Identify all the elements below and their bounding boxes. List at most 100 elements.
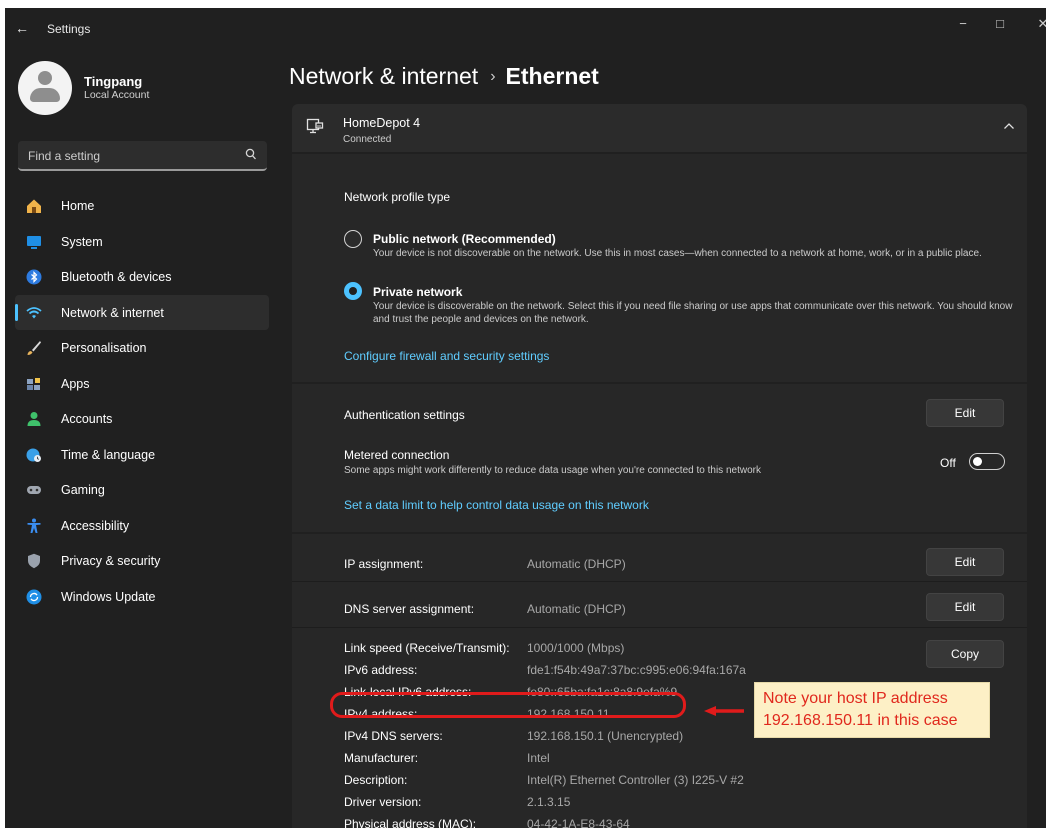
data-limit-link[interactable]: Set a data limit to help control data us… [344, 498, 649, 512]
firewall-settings-link[interactable]: Configure firewall and security settings [344, 349, 549, 363]
search-icon [245, 148, 256, 160]
annotation-arrow-icon [704, 706, 744, 716]
sidebar-item-accounts[interactable]: Accounts [15, 401, 269, 437]
profile-type-heading: Network profile type [344, 190, 451, 204]
active-indicator [15, 303, 18, 321]
sidebar-item-label: Privacy & security [61, 554, 161, 568]
title-bar: ← Settings − □ ✕ [5, 8, 1046, 48]
detail-label: IPv4 DNS servers: [344, 729, 443, 743]
sidebar-item-home[interactable]: Home [15, 188, 269, 224]
user-name: Tingpang [84, 74, 143, 89]
metered-connection-description: Some apps might work differently to redu… [344, 465, 761, 476]
copy-button[interactable]: Copy [926, 640, 1004, 668]
row-divider [292, 627, 1027, 628]
app-title: Settings [47, 22, 91, 36]
chevron-up-icon[interactable] [1003, 122, 1015, 130]
detail-label: Link speed (Receive/Transmit): [344, 641, 510, 655]
private-network-label[interactable]: Private network [373, 285, 462, 299]
ip-assignment-edit-button[interactable]: Edit [926, 548, 1004, 576]
detail-label: IPv6 address: [344, 663, 418, 677]
metered-connection-label: Metered connection [344, 448, 450, 462]
sidebar-item-label: Apps [61, 376, 90, 391]
authentication-edit-button[interactable]: Edit [926, 399, 1004, 427]
maximize-button[interactable]: □ [990, 16, 1010, 31]
connection-name: HomeDepot 4 [343, 116, 421, 130]
sidebar-item-label: Accounts [61, 412, 113, 426]
system-icon [27, 235, 41, 249]
public-network-label[interactable]: Public network (Recommended) [373, 232, 556, 246]
annotation-line-2: 192.168.150.11 in this case [763, 712, 958, 729]
sidebar-item-system[interactable]: System [15, 224, 269, 260]
private-network-description: Your device is discoverable on the netwo… [373, 301, 1013, 325]
ip-assignment-label: IP assignment: [344, 557, 424, 571]
sidebar-item-personalisation[interactable]: Personalisation [15, 330, 269, 366]
back-button[interactable]: ← [15, 20, 29, 36]
detail-value: 192.168.150.1 (Unencrypted) [527, 729, 684, 743]
detail-value: 1000/1000 (Mbps) [527, 641, 625, 655]
bluetooth-icon [26, 269, 42, 285]
sidebar-item-network[interactable]: Network & internet [15, 294, 269, 330]
sidebar-item-privacy[interactable]: Privacy & security [15, 543, 269, 579]
detail-label: Driver version: [344, 795, 422, 809]
sidebar-item-accessibility[interactable]: Accessibility [15, 508, 269, 544]
account-type: Local Account [84, 89, 150, 101]
ip-settings-section: IP assignment: Automatic (DHCP) Edit DNS… [292, 534, 1027, 828]
brush-icon [27, 341, 41, 355]
dns-assignment-label: DNS server assignment: [344, 602, 475, 616]
metered-connection-toggle[interactable] [969, 453, 1005, 470]
accounts-icon [27, 412, 41, 426]
sidebar-item-label: Home [61, 199, 95, 213]
detail-value: Intel(R) Ethernet Controller (3) I225-V … [527, 773, 744, 787]
metered-toggle-state: Off [940, 456, 956, 470]
wifi-icon [26, 306, 42, 318]
sidebar-item-time-language[interactable]: Time & language [15, 437, 269, 473]
detail-value: 2.1.3.15 [527, 795, 571, 809]
breadcrumb: Network & internet › Ethernet [289, 63, 599, 90]
sidebar-item-windows-update[interactable]: Windows Update [15, 579, 269, 615]
home-icon [27, 199, 41, 213]
sidebar-item-label: Windows Update [61, 589, 156, 604]
sidebar-item-label: Accessibility [61, 518, 130, 533]
connection-options-section: Authentication settings Edit Metered con… [292, 384, 1027, 532]
accessibility-icon [27, 518, 41, 533]
shield-icon [28, 553, 40, 569]
dns-assignment-value: Automatic (DHCP) [527, 602, 626, 616]
detail-label: Manufacturer: [344, 751, 419, 765]
ipv4-highlight-box [330, 692, 686, 718]
sidebar-item-bluetooth[interactable]: Bluetooth & devices [15, 259, 269, 295]
ethernet-icon [306, 118, 324, 134]
gamepad-icon [27, 486, 41, 494]
detail-value: Intel [527, 751, 550, 765]
authentication-label: Authentication settings [344, 408, 465, 422]
connection-header[interactable]: HomeDepot 4 Connected [292, 104, 1027, 152]
apps-icon [27, 377, 40, 390]
dns-assignment-edit-button[interactable]: Edit [926, 593, 1004, 621]
minimize-button[interactable]: − [953, 16, 973, 31]
connection-status: Connected [343, 134, 392, 145]
sidebar-nav: Home System Bluetooth & devices Network … [15, 188, 269, 614]
public-network-radio[interactable] [344, 230, 362, 248]
avatar [18, 61, 72, 115]
page-title: Ethernet [505, 63, 599, 89]
search-placeholder: Find a setting [28, 149, 101, 163]
sidebar-item-label: Gaming [61, 483, 105, 497]
ip-assignment-value: Automatic (DHCP) [527, 557, 626, 571]
sidebar-item-label: Time & language [61, 447, 156, 462]
breadcrumb-parent[interactable]: Network & internet [289, 63, 478, 89]
detail-label: Physical address (MAC): [344, 817, 477, 828]
sidebar-item-label: System [61, 234, 103, 249]
update-icon [26, 589, 42, 604]
private-network-radio[interactable] [344, 282, 362, 300]
detail-value: 04-42-1A-E8-43-64 [527, 817, 630, 828]
sidebar-item-label: Bluetooth & devices [61, 270, 172, 284]
row-divider [292, 581, 1027, 582]
sidebar-item-apps[interactable]: Apps [15, 366, 269, 402]
search-input[interactable]: Find a setting [18, 141, 267, 171]
close-button[interactable]: ✕ [1033, 16, 1046, 32]
annotation-line-1: Note your host IP address [763, 690, 948, 707]
breadcrumb-separator: › [490, 68, 496, 85]
detail-label: Description: [344, 773, 408, 787]
sidebar-item-label: Personalisation [61, 341, 147, 355]
detail-value: fde1:f54b:49a7:37bc:c995:e06:94fa:167a [527, 663, 746, 677]
sidebar-item-gaming[interactable]: Gaming [15, 472, 269, 508]
